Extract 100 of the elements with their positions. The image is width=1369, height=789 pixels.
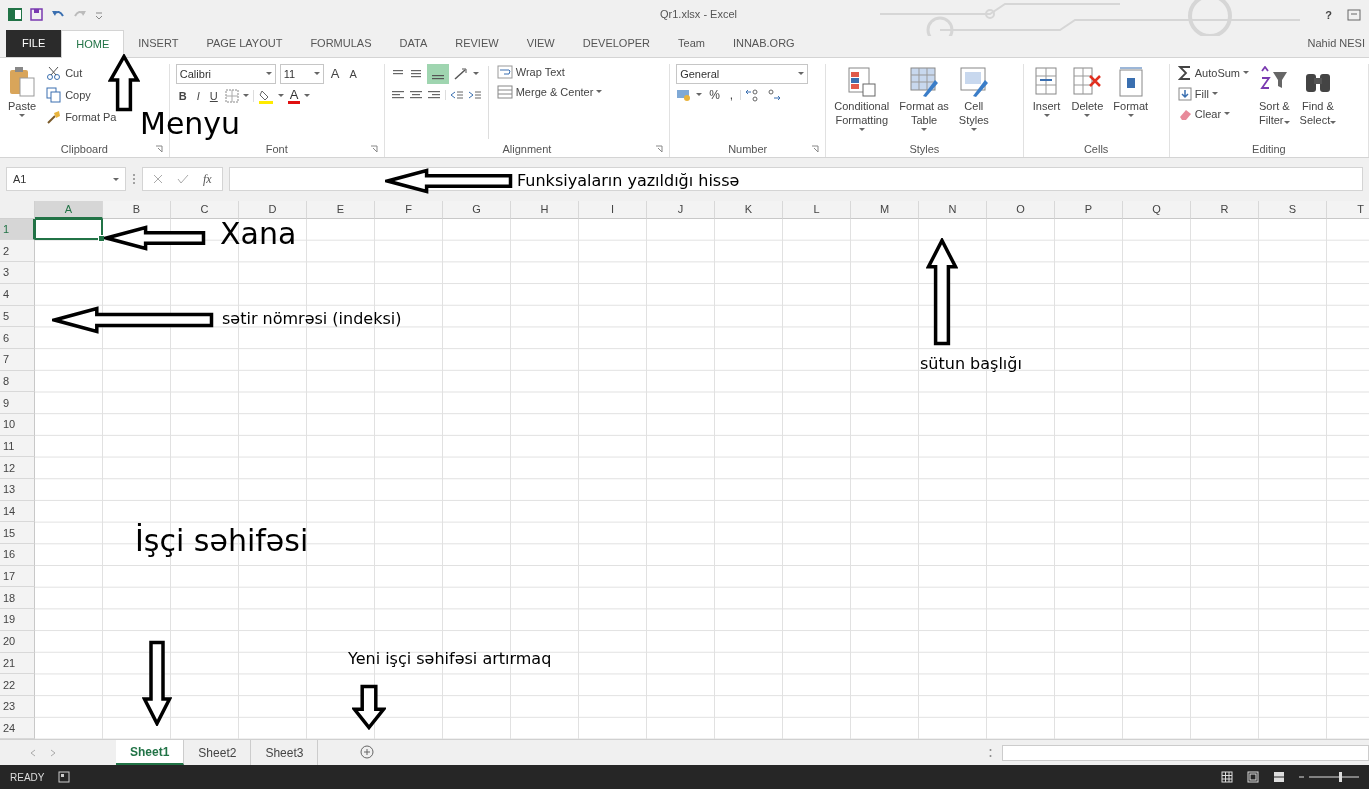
save-icon[interactable] xyxy=(30,8,43,22)
caret-icon[interactable] xyxy=(1211,92,1218,96)
help-button[interactable]: ? xyxy=(1322,9,1335,21)
ribbon-tab[interactable]: DEVELOPER xyxy=(568,29,664,57)
dialog-launcher-icon[interactable] xyxy=(154,144,163,153)
italic-button[interactable]: I xyxy=(193,89,203,102)
active-cell[interactable] xyxy=(35,218,103,241)
conditional-formatting-button[interactable]: Conditional Formatting xyxy=(832,63,892,141)
autosum-button[interactable]: AutoSum xyxy=(1175,63,1252,82)
user-name[interactable]: Nahid NESI xyxy=(1307,37,1369,50)
formula-input[interactable] xyxy=(228,167,1363,192)
underline-button[interactable]: U xyxy=(206,89,221,102)
add-sheet-icon[interactable] xyxy=(360,744,375,759)
caret-icon[interactable] xyxy=(970,127,977,131)
horizontal-scrollbar[interactable] xyxy=(1002,744,1369,761)
increase-font-button[interactable]: A xyxy=(327,66,343,82)
row-header[interactable]: 21 xyxy=(0,652,35,675)
row-header[interactable]: 16 xyxy=(0,544,35,566)
caret-icon[interactable] xyxy=(1043,113,1050,117)
clipboard-command[interactable]: Format Pa xyxy=(44,107,119,126)
fill-button[interactable]: Fill xyxy=(1175,85,1220,102)
page-break-view-icon[interactable] xyxy=(1273,771,1285,783)
caret-icon[interactable] xyxy=(696,93,703,97)
dialog-launcher-icon[interactable] xyxy=(655,144,664,153)
row-header[interactable]: 8 xyxy=(0,370,35,393)
comma-button[interactable]: , xyxy=(726,87,737,102)
ribbon-tab[interactable]: Team xyxy=(664,29,719,57)
ribbon-tab[interactable]: FORMULAS xyxy=(296,29,386,57)
caret-icon[interactable] xyxy=(921,127,928,131)
caret-icon[interactable] xyxy=(304,94,311,98)
excel-logo-icon[interactable] xyxy=(8,8,22,22)
copy-icon[interactable] xyxy=(46,86,63,103)
row-header[interactable]: 12 xyxy=(0,457,35,479)
paste-button[interactable]: Paste xyxy=(6,63,39,141)
ribbon-tab[interactable]: FILE xyxy=(6,29,62,57)
scissors-icon[interactable] xyxy=(46,64,63,81)
row-header[interactable]: 6 xyxy=(0,327,35,349)
align-bottom-icon[interactable] xyxy=(426,63,449,84)
row-header[interactable]: 1 xyxy=(0,218,35,241)
font-size-field[interactable]: 11 xyxy=(279,63,324,84)
ribbon-tab[interactable]: REVIEW xyxy=(441,29,513,57)
row-header[interactable]: 17 xyxy=(0,565,35,588)
bold-button[interactable]: B xyxy=(175,89,190,102)
caret-icon[interactable] xyxy=(1243,71,1250,75)
row-header[interactable]: 9 xyxy=(0,392,35,414)
sort-filter-button[interactable]: Sort & Filter xyxy=(1257,63,1292,141)
font-color-button[interactable]: A xyxy=(287,87,301,104)
row-header[interactable]: 15 xyxy=(0,522,35,545)
ribbon-tab[interactable]: HOME xyxy=(61,29,125,58)
caret-icon[interactable] xyxy=(313,72,320,76)
format-as-table-button[interactable]: Format as Table xyxy=(897,63,951,141)
number-format-field[interactable]: General xyxy=(676,63,809,84)
decrease-decimal-icon[interactable] xyxy=(765,87,782,102)
name-box[interactable]: A1 xyxy=(6,167,126,192)
row-header[interactable]: 7 xyxy=(0,348,35,371)
caret-icon[interactable] xyxy=(19,113,26,117)
insert-button[interactable]: Insert xyxy=(1029,63,1064,141)
caret-icon[interactable] xyxy=(1224,112,1231,116)
row-header[interactable]: 2 xyxy=(0,240,35,263)
caret-icon[interactable] xyxy=(1084,113,1091,117)
macro-record-icon[interactable] xyxy=(58,771,71,783)
brush-icon[interactable] xyxy=(46,108,63,125)
row-header[interactable]: 22 xyxy=(0,674,35,696)
decrease-font-button[interactable]: A xyxy=(346,67,360,80)
row-header[interactable]: 13 xyxy=(0,479,35,501)
row-header[interactable]: 4 xyxy=(0,283,35,306)
delete-button[interactable]: Delete xyxy=(1069,63,1106,141)
format-button[interactable]: Format xyxy=(1111,63,1151,141)
ribbon-tab[interactable]: INNAB.ORG xyxy=(718,29,809,57)
row-header[interactable]: 3 xyxy=(0,262,35,284)
row-header[interactable]: 5 xyxy=(0,305,35,328)
caret-icon[interactable] xyxy=(1283,120,1290,124)
ribbon-display-icon[interactable] xyxy=(1347,9,1361,21)
ribbon-tab[interactable]: DATA xyxy=(385,29,442,57)
normal-view-icon[interactable] xyxy=(1221,771,1233,783)
caret-icon[interactable] xyxy=(113,177,119,181)
customize-icon[interactable] xyxy=(95,10,103,20)
caret-icon[interactable] xyxy=(242,94,249,98)
row-header[interactable]: 11 xyxy=(0,435,35,458)
row-header[interactable]: 18 xyxy=(0,587,35,610)
sheet-tab[interactable]: Sheet1 xyxy=(116,740,185,766)
font-name-field[interactable]: Calibri xyxy=(175,63,276,84)
ribbon-tab[interactable]: INSERT xyxy=(124,29,193,57)
clipboard-command[interactable]: Copy xyxy=(44,85,93,104)
caret-icon[interactable] xyxy=(277,94,284,98)
cell-styles-button[interactable]: Cell Styles xyxy=(956,63,991,141)
insert-function-button[interactable]: fx xyxy=(203,171,212,187)
find-select-button[interactable]: Find & Select xyxy=(1297,63,1339,141)
clipboard-command[interactable]: Cut xyxy=(44,63,85,82)
merge-center-button[interactable]: Merge & Center xyxy=(494,83,605,100)
caret-icon[interactable] xyxy=(472,72,479,76)
row-header[interactable]: 14 xyxy=(0,500,35,523)
zoom-slider-icon[interactable] xyxy=(1299,771,1359,783)
row-header[interactable]: 19 xyxy=(0,609,35,631)
row-header[interactable]: 10 xyxy=(0,413,35,436)
caret-icon[interactable] xyxy=(1127,113,1134,117)
dialog-launcher-icon[interactable] xyxy=(811,144,820,153)
row-header[interactable]: 23 xyxy=(0,695,35,718)
wrap-text-button[interactable]: Wrap Text xyxy=(494,63,567,80)
caret-icon[interactable] xyxy=(596,90,603,94)
